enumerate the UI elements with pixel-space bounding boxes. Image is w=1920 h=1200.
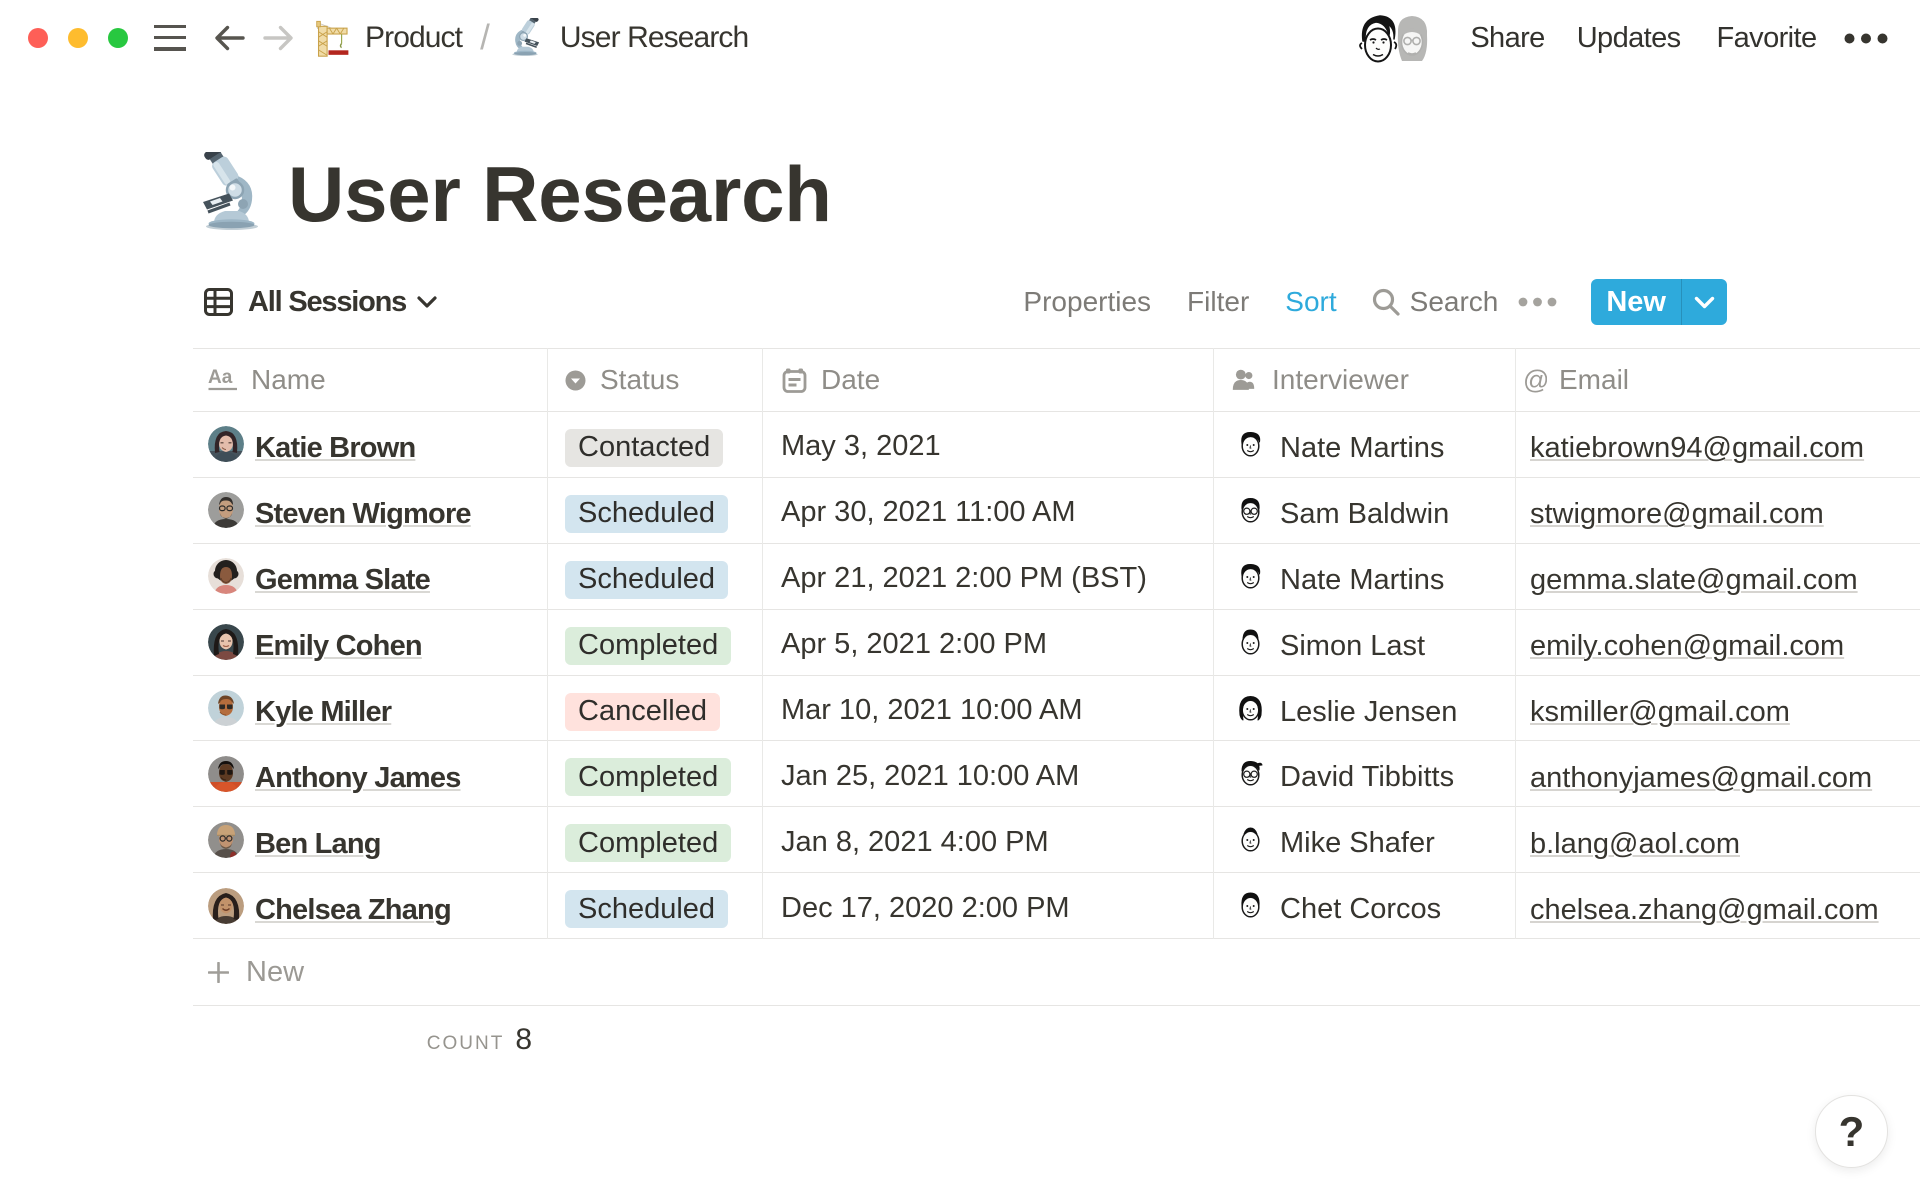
svg-text:@: @: [1524, 367, 1547, 394]
svg-text:Aa: Aa: [208, 367, 233, 388]
